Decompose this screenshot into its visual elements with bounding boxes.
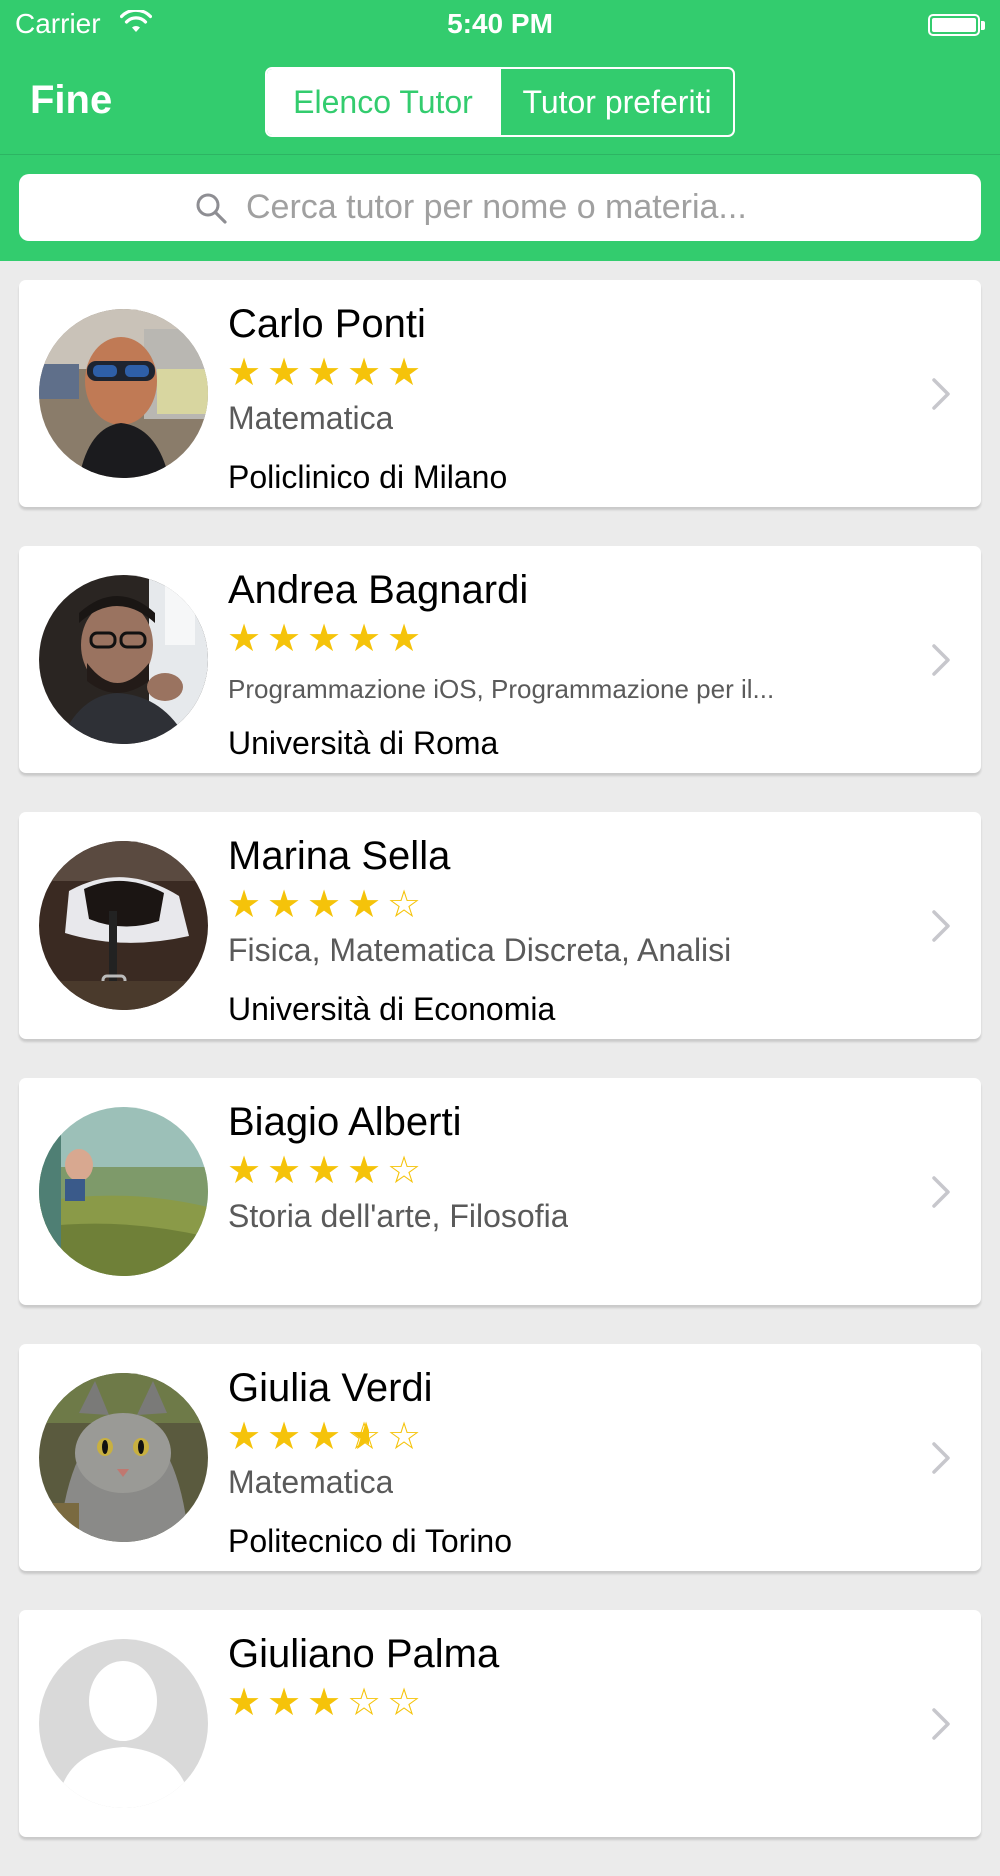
tutor-subjects: Storia dell'arte, Filosofia: [228, 1198, 569, 1234]
star-filled-icon: ★: [306, 1416, 346, 1458]
rating-stars: ★★★★★: [226, 619, 426, 659]
star-filled-icon: ★: [226, 618, 266, 660]
star-filled-icon: ★: [386, 618, 426, 660]
rating-stars: ★★★☆★☆: [226, 1417, 426, 1457]
tutor-subjects: Programmazione iOS, Programmazione per i…: [228, 674, 775, 704]
star-filled-icon: ★: [306, 884, 346, 926]
segment-favorite-tutors[interactable]: Tutor preferiti: [499, 69, 733, 135]
search-field-container[interactable]: [19, 174, 981, 241]
search-bar: [19, 174, 981, 241]
star-filled-icon: ★: [346, 618, 386, 660]
tutor-name: Andrea Bagnardi: [228, 568, 529, 612]
tutor-subjects: Matematica: [228, 400, 394, 436]
star-filled-icon: ★: [346, 352, 386, 394]
tutor-card[interactable]: Marina Sella ★★★★☆ Fisica, Matematica Di…: [19, 812, 981, 1039]
tutor-card[interactable]: Giuliano Palma ★★★☆☆: [19, 1610, 981, 1837]
star-empty-icon: ☆: [386, 1416, 426, 1458]
avatar: [39, 841, 208, 1010]
star-filled-icon: ★: [306, 352, 346, 394]
star-filled-icon: ★: [346, 1150, 386, 1192]
chevron-right-icon: [932, 1708, 950, 1740]
chevron-right-icon: [932, 910, 950, 942]
tutor-university: Università di Roma: [228, 725, 499, 761]
star-filled-icon: ★: [226, 1682, 266, 1724]
tutor-card[interactable]: Andrea Bagnardi ★★★★★ Programmazione iOS…: [19, 546, 981, 773]
star-filled-icon: ★: [306, 618, 346, 660]
star-filled-icon: ★: [266, 884, 306, 926]
rating-stars: ★★★☆☆: [226, 1683, 426, 1723]
battery-tip: [981, 21, 985, 30]
navigation-bar: Fine Elenco Tutor Tutor preferiti: [0, 52, 1000, 155]
tutor-subjects: Fisica, Matematica Discreta, Analisi: [228, 932, 732, 968]
star-empty-icon: ☆: [386, 1150, 426, 1192]
person-placeholder-icon: [39, 1639, 208, 1808]
chevron-right-icon: [932, 1442, 950, 1474]
search-input[interactable]: [246, 188, 806, 227]
tutor-subjects: Matematica: [228, 1464, 394, 1500]
star-filled-icon: ★: [266, 1416, 306, 1458]
avatar: [39, 1107, 208, 1276]
search-icon: [196, 193, 227, 224]
tutor-university: Università di Economia: [228, 991, 556, 1027]
tutor-card[interactable]: Giulia Verdi ★★★☆★☆ Matematica Politecni…: [19, 1344, 981, 1571]
avatar: [39, 575, 208, 744]
rating-stars: ★★★★☆: [226, 1151, 426, 1191]
chevron-right-icon: [932, 378, 950, 410]
chevron-right-icon: [932, 644, 950, 676]
tutor-segmented-control: Elenco Tutor Tutor preferiti: [265, 67, 735, 137]
tutor-name: Giulia Verdi: [228, 1366, 433, 1410]
star-filled-icon: ★: [226, 884, 266, 926]
tutor-university: Politecnico di Torino: [228, 1523, 513, 1559]
segment-tutor-list[interactable]: Elenco Tutor: [267, 69, 499, 135]
status-bar: Carrier 5:40 PM: [0, 0, 1000, 52]
star-filled-icon: ★: [226, 1416, 266, 1458]
chevron-right-icon: [932, 1176, 950, 1208]
star-filled-icon: ★: [306, 1150, 346, 1192]
tutor-name: Biagio Alberti: [228, 1100, 462, 1144]
tutor-university: Policlinico di Milano: [228, 459, 508, 495]
star-empty-icon: ☆: [386, 1682, 426, 1724]
rating-stars: ★★★★★: [226, 353, 426, 393]
star-empty-icon: ☆: [386, 884, 426, 926]
tutor-name: Giuliano Palma: [228, 1632, 500, 1676]
star-filled-icon: ★: [266, 352, 306, 394]
done-button[interactable]: Fine: [30, 78, 112, 123]
tutor-card[interactable]: Biagio Alberti ★★★★☆ Storia dell'arte, F…: [19, 1078, 981, 1305]
status-time: 5:40 PM: [447, 8, 553, 39]
star-filled-icon: ★: [346, 884, 386, 926]
tutor-name: Marina Sella: [228, 834, 451, 878]
star-filled-icon: ★: [226, 352, 266, 394]
star-filled-icon: ★: [306, 1682, 346, 1724]
battery-icon: [928, 14, 980, 36]
star-filled-icon: ★: [266, 1150, 306, 1192]
tutor-name: Carlo Ponti: [228, 302, 426, 346]
avatar: [39, 1639, 208, 1808]
star-filled-icon: ★: [266, 618, 306, 660]
header-background: Carrier 5:40 PM Fine Elenco Tutor Tutor …: [0, 0, 1000, 261]
star-empty-icon: ☆: [346, 1682, 386, 1724]
star-filled-icon: ★: [386, 352, 426, 394]
tutor-list: Carlo Ponti ★★★★★ Matematica Policlinico…: [19, 280, 981, 1876]
tutor-card[interactable]: Carlo Ponti ★★★★★ Matematica Policlinico…: [19, 280, 981, 507]
star-half-icon: ☆★: [346, 1416, 386, 1458]
rating-stars: ★★★★☆: [226, 885, 426, 925]
avatar: [39, 309, 208, 478]
avatar: [39, 1373, 208, 1542]
star-filled-icon: ★: [226, 1150, 266, 1192]
star-filled-icon: ★: [266, 1682, 306, 1724]
